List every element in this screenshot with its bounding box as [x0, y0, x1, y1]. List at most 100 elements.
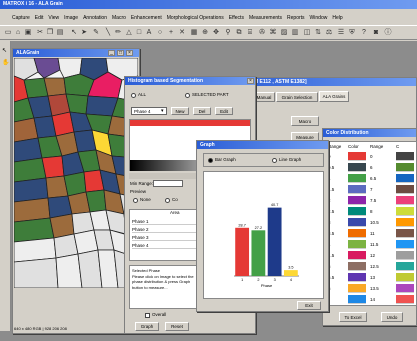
cut-icon[interactable]: ✂: [36, 29, 44, 37]
color-swatch[interactable]: [348, 251, 366, 260]
circle-icon[interactable]: ○: [156, 29, 164, 37]
color-swatch-2[interactable]: [396, 273, 414, 282]
paste-icon[interactable]: ▤: [56, 29, 64, 37]
color-swatch-2[interactable]: [396, 240, 414, 249]
del-phase-button[interactable]: Del: [193, 107, 211, 115]
menu-item-annotation[interactable]: Annotation: [83, 14, 107, 23]
tab-grain-selection[interactable]: Grain Selection: [276, 92, 318, 102]
image-icon[interactable]: ▨: [280, 29, 288, 37]
edit-phase-button[interactable]: Edit: [215, 107, 233, 115]
menu-item-enhancement[interactable]: Enhancement: [131, 14, 162, 23]
color-swatch-2[interactable]: [396, 174, 414, 183]
phase-row[interactable]: Phase 2: [132, 226, 200, 233]
menu-item-view[interactable]: View: [48, 14, 59, 23]
measure-icon[interactable]: ⚲: [224, 29, 232, 37]
color-swatch[interactable]: [348, 185, 366, 194]
color-swatch-2[interactable]: [396, 207, 414, 216]
flow-icon[interactable]: ⌘: [269, 29, 277, 37]
color-swatch[interactable]: [348, 163, 366, 172]
color-swatch[interactable]: [348, 284, 366, 293]
color-swatch-2[interactable]: [396, 218, 414, 227]
save-icon[interactable]: ▣: [24, 29, 32, 37]
menu-item-reports[interactable]: Reports: [287, 14, 305, 23]
color-swatch[interactable]: [348, 174, 366, 183]
minimize-icon[interactable]: _: [108, 50, 115, 56]
grid-icon[interactable]: ▦: [190, 29, 198, 37]
color-swatch-2[interactable]: [396, 152, 414, 161]
color-swatch-2[interactable]: [396, 185, 414, 194]
lasso-icon[interactable]: ✇: [258, 29, 266, 37]
menu-item-window[interactable]: Window: [310, 14, 328, 23]
menu-item-help[interactable]: Help: [332, 14, 342, 23]
color-swatch[interactable]: [348, 273, 366, 282]
close-x-icon[interactable]: ✕: [178, 29, 186, 37]
triangle-icon[interactable]: △: [125, 29, 133, 37]
histogram-icon[interactable]: ▥: [291, 29, 299, 37]
bar-graph-radio[interactable]: [208, 158, 213, 163]
menu-item-macro[interactable]: Macro: [112, 14, 126, 23]
color-swatch[interactable]: [348, 240, 366, 249]
grain-micrograph[interactable]: [14, 58, 138, 288]
preview-con-radio[interactable]: [165, 198, 170, 203]
color-swatch[interactable]: [348, 218, 366, 227]
maximize-icon[interactable]: □: [117, 50, 124, 56]
new-file-icon[interactable]: ▭: [4, 29, 12, 37]
menu-item-measurements[interactable]: Measurements: [249, 14, 282, 23]
menu-item-image[interactable]: Image: [64, 14, 78, 23]
histogram-close-icon[interactable]: ×: [247, 78, 254, 84]
color-swatch[interactable]: [348, 295, 366, 304]
zoom-icon[interactable]: ⊕: [201, 29, 209, 37]
help-icon[interactable]: ?: [360, 29, 368, 37]
crosshair-icon[interactable]: +: [167, 29, 175, 37]
menu-item-capture[interactable]: Capture: [12, 14, 30, 23]
line-graph-radio[interactable]: [272, 158, 277, 163]
tab-manual[interactable]: Manual: [253, 92, 275, 102]
color-swatch-2[interactable]: [396, 229, 414, 238]
lock-icon[interactable]: ⛨: [348, 29, 356, 37]
color-swatch[interactable]: [348, 196, 366, 205]
to-excel-button[interactable]: To Excel: [339, 312, 367, 322]
min-range-input[interactable]: [153, 180, 183, 187]
move-icon[interactable]: ✥: [212, 29, 220, 37]
overall-checkbox[interactable]: [145, 313, 150, 318]
text-icon[interactable]: A: [145, 29, 153, 37]
camera-icon[interactable]: ◙: [372, 29, 380, 37]
color-swatch[interactable]: [348, 262, 366, 271]
pen-icon[interactable]: ✎: [92, 29, 100, 37]
menu-item-effects[interactable]: Effects: [229, 14, 244, 23]
close-icon[interactable]: ×: [126, 50, 133, 56]
select-arrow-icon[interactable]: ↖: [70, 29, 78, 37]
color-swatch-2[interactable]: [396, 163, 414, 172]
color-swatch[interactable]: [348, 152, 366, 161]
color-swatch-2[interactable]: [396, 295, 414, 304]
phase-row[interactable]: Phase 3: [132, 234, 200, 241]
exit-button[interactable]: Exit: [297, 301, 321, 310]
radio-selected-icon[interactable]: [185, 93, 190, 98]
split-icon[interactable]: ⧉: [235, 29, 243, 37]
color-swatch[interactable]: [348, 207, 366, 216]
graph-button[interactable]: Graph: [135, 322, 159, 331]
line-icon[interactable]: ╲: [104, 29, 112, 37]
macro-button[interactable]: Macro: [291, 116, 319, 126]
menu-item-morphological-operations[interactable]: Morphological Operations: [167, 14, 224, 23]
rectangle-icon[interactable]: □: [135, 29, 143, 37]
undo-button[interactable]: Undo: [381, 312, 403, 322]
scale-icon[interactable]: ⚖: [325, 29, 333, 37]
tab-ala-grains[interactable]: ALA Grains: [319, 91, 349, 102]
phase-row[interactable]: Phase 1: [132, 218, 200, 225]
info-icon[interactable]: ⓘ: [384, 29, 392, 37]
new-phase-button[interactable]: New: [171, 107, 189, 115]
tool-arrow-icon[interactable]: ↖: [2, 47, 7, 54]
pointer-icon[interactable]: ➤: [80, 29, 88, 37]
color-swatch-2[interactable]: [396, 196, 414, 205]
menu-item-edit[interactable]: Edit: [35, 14, 44, 23]
tool-hand-icon[interactable]: ✋: [2, 59, 9, 66]
color-swatch-2[interactable]: [396, 251, 414, 260]
color-swatch[interactable]: [348, 229, 366, 238]
open-folder-icon[interactable]: ⌂: [14, 29, 22, 37]
sort-icon[interactable]: ⇅: [314, 29, 322, 37]
report-icon[interactable]: ☰: [337, 29, 345, 37]
preview-none-radio[interactable]: [133, 198, 138, 203]
radio-all-icon[interactable]: [131, 93, 136, 98]
phase-row[interactable]: Phase 4: [132, 242, 200, 249]
